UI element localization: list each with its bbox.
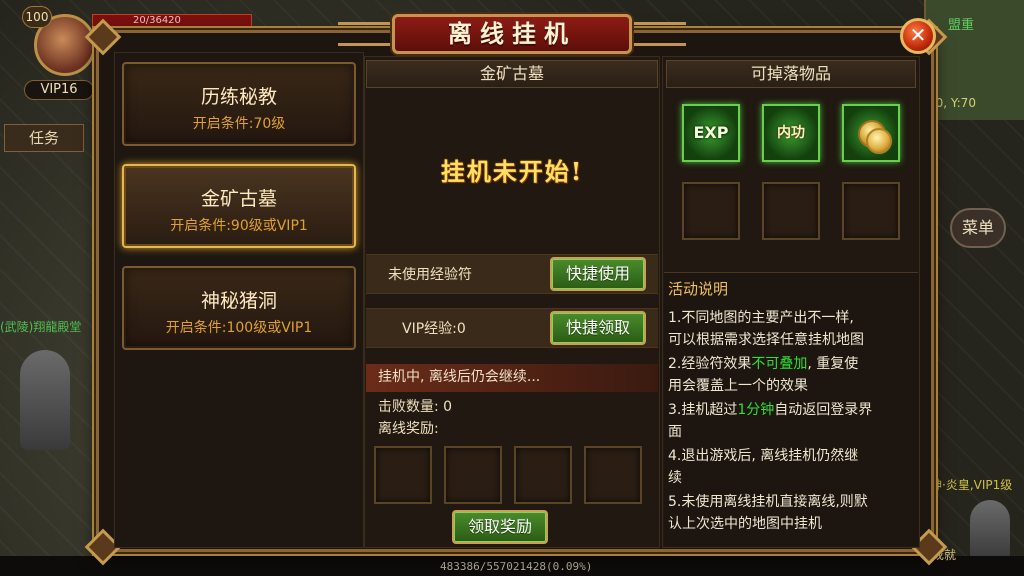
reward-slot[interactable] — [514, 446, 572, 504]
reward-slot[interactable] — [374, 446, 432, 504]
offline-reward-label: 离线奖励: — [378, 421, 439, 437]
desc-line: 2.经验符效果不可叠加, 重复使 — [668, 354, 918, 375]
empty-drop-slot — [762, 182, 820, 240]
map-condition: 开启条件:70级 — [192, 116, 286, 132]
minimap-coords: 70, Y:70 — [928, 96, 976, 110]
desc-line: 认上次选中的地图中挂机 — [668, 516, 822, 532]
drop-item-label: EXP — [693, 123, 729, 142]
claim-reward-button[interactable]: 领取奖励 — [452, 510, 548, 544]
coin-icon — [866, 128, 892, 154]
title-ornament-left — [338, 22, 394, 46]
exp-charm-label: 未使用经验符 — [388, 267, 472, 283]
dialog-title-plate: 离线挂机 — [392, 14, 632, 54]
player-level-badge: 100 — [22, 6, 52, 28]
desc-text: 3.挂机超过 — [668, 402, 738, 418]
minimap-location-label: 盟重 — [948, 18, 975, 33]
gold-coins-icon[interactable] — [842, 104, 900, 162]
map-item-jinkuang-gumu[interactable]: 金矿古墓 开启条件:90级或VIP1 — [122, 164, 356, 248]
map-detail-header: 金矿古墓 — [366, 60, 658, 88]
idle-progress-status: 挂机中, 离线后仍会继续... — [366, 364, 658, 392]
npc-figure — [20, 350, 70, 450]
map-condition: 开启条件:100级或VIP1 — [165, 320, 313, 336]
desc-text: 自动返回登录界 — [774, 402, 873, 418]
map-name: 金矿古墓 — [200, 188, 277, 210]
desc-line: 4.退出游戏后, 离线挂机仍然继 — [668, 448, 859, 464]
desc-highlight: 1分钟 — [737, 402, 775, 418]
npc-figure — [970, 500, 1010, 560]
desc-text: 2.经验符效果 — [668, 356, 752, 372]
defeated-count: 击败数量: 0 — [378, 399, 453, 415]
desc-line: 续 — [668, 470, 682, 486]
drop-item-label: 内功 — [777, 125, 805, 141]
desc-line: 5.未使用离线挂机直接离线,则默 — [668, 494, 868, 510]
empty-drop-slot — [682, 182, 740, 240]
player-name-label: 神·炎皇,VIP1级 — [930, 478, 1013, 492]
vip-exp-label: VIP经验:0 — [402, 321, 466, 337]
quick-use-button[interactable]: 快捷使用 — [550, 257, 646, 291]
desc-highlight: 不可叠加 — [751, 356, 808, 372]
quick-claim-button[interactable]: 快捷领取 — [550, 311, 646, 345]
neigong-icon[interactable]: 内功 — [762, 104, 820, 162]
reward-slot[interactable] — [444, 446, 502, 504]
map-condition: 开启条件:90级或VIP1 — [170, 218, 308, 234]
map-name: 神秘猪洞 — [200, 290, 277, 312]
drops-header: 可掉落物品 — [666, 60, 916, 88]
menu-button[interactable]: 菜单 — [950, 208, 1006, 248]
npc-name-label: (武陵)翔龍殿堂 — [0, 320, 82, 334]
dialog-title: 离线挂机 — [448, 20, 576, 48]
map-item-lilian-mijiao[interactable]: 历练秘教 开启条件:70级 — [122, 62, 356, 146]
close-button[interactable]: ✕ — [900, 18, 936, 54]
desc-text: , 重复使 — [807, 356, 859, 372]
desc-line: 1.不同地图的主要产出不一样, — [668, 310, 854, 326]
exp-text: 483386/557021428(0.09%) — [440, 560, 593, 573]
map-item-shenmi-zhudong[interactable]: 神秘猪洞 开启条件:100级或VIP1 — [122, 266, 356, 350]
close-icon: ✕ — [909, 23, 927, 47]
desc-line: 用会覆盖上一个的效果 — [668, 378, 808, 394]
task-button[interactable]: 任务 — [4, 124, 84, 152]
exp-icon[interactable]: EXP — [682, 104, 740, 162]
idle-status-message: 挂机未开始! — [440, 157, 584, 186]
title-ornament-right — [630, 22, 686, 46]
reward-slot[interactable] — [584, 446, 642, 504]
empty-drop-slot — [842, 182, 900, 240]
desc-line: 可以根据需求选择任意挂机地图 — [668, 332, 864, 348]
desc-line: 面 — [668, 424, 682, 440]
activity-description-title: 活动说明 — [668, 280, 729, 298]
vip-badge[interactable]: VIP16 — [24, 80, 94, 100]
hp-bar: 20/36420 — [92, 14, 252, 28]
desc-line: 3.挂机超过1分钟自动返回登录界 — [668, 400, 918, 421]
map-name: 历练秘教 — [200, 86, 277, 108]
